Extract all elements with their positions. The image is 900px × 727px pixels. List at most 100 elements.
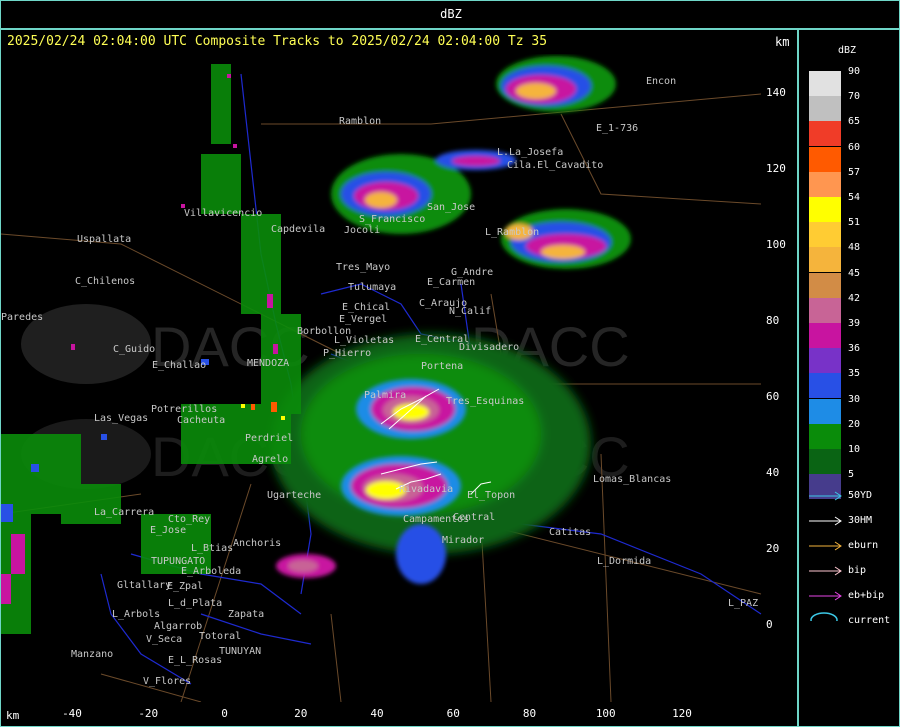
radar-map[interactable]: DACC DACC DACC DACC <box>1 54 763 702</box>
place-label: Capdevila <box>271 224 325 235</box>
legend-swatch <box>809 197 841 222</box>
x-tick-label: -40 <box>62 707 82 720</box>
place-label: L_d_Plata <box>168 598 222 609</box>
place-label: Anchoris <box>233 538 281 549</box>
place-label: Potrerillos <box>151 404 217 415</box>
y-tick-label: 60 <box>766 390 780 403</box>
legend-level-label: 51 <box>848 217 861 229</box>
place-label: Catitas <box>549 527 591 538</box>
place-label: Totoral <box>199 631 241 642</box>
place-label: V_Seca <box>146 634 182 645</box>
x-tick-label: 0 <box>221 707 228 720</box>
x-tick-label: 80 <box>522 707 537 720</box>
legend-level-label: 48 <box>848 242 861 254</box>
legend-level-label: 36 <box>848 343 861 355</box>
place-label: V_Flores <box>143 676 191 687</box>
timestamp-header: 2025/02/24 02:04:00 UTC Composite Tracks… <box>7 34 548 49</box>
place-label: Perdriel <box>245 433 293 444</box>
place-label: E_Zpal <box>167 581 203 592</box>
place-label: Rivadavia <box>399 484 453 495</box>
place-label: E_Arboleda <box>181 566 241 577</box>
place-label: Cacheuta <box>177 415 225 426</box>
track-arrow-icon <box>809 566 842 576</box>
place-label: L_Ramblon <box>485 227 539 238</box>
track-legend-label: eb+bip <box>848 590 885 601</box>
legend-swatch <box>809 146 841 172</box>
track-legend-label: eburn <box>848 540 879 551</box>
place-label: Zapata <box>228 609 264 620</box>
place-label: Divisadero <box>459 342 519 353</box>
place-label: Encon <box>646 76 676 87</box>
place-label: Jocoli <box>344 225 380 236</box>
place-label: L_Dormida <box>597 556 651 567</box>
legend-swatch <box>809 272 841 298</box>
x-tick-label: -20 <box>138 707 159 720</box>
place-label: San_Jose <box>427 202 475 213</box>
x-tick-label: 60 <box>446 707 460 720</box>
place-label: Lomas_Blancas <box>593 474 671 485</box>
legend-swatch <box>809 297 841 323</box>
legend-level-label: 70 <box>848 91 861 103</box>
y-tick-label: 140 <box>766 86 786 99</box>
place-label: Villavicencio <box>184 208 262 219</box>
place-label: Las_Vegas <box>94 413 148 424</box>
legend-swatch <box>809 121 841 147</box>
track-legend-label: 50YD <box>848 490 873 501</box>
place-label: E_Vergel <box>339 314 387 325</box>
place-label: TUNUYAN <box>219 646 261 657</box>
legend-level-label: 45 <box>848 267 861 279</box>
x-tick-label: 100 <box>595 707 616 720</box>
legend-level-label: 10 <box>848 444 861 455</box>
track-legend-label: 30HM <box>848 515 873 526</box>
track-legend-label: bip <box>848 565 867 576</box>
legend-swatch <box>809 348 841 374</box>
place-label: E_Jose <box>150 525 186 536</box>
legend-swatch <box>809 247 841 273</box>
place-label: Algarrob <box>154 621 202 632</box>
legend-swatch <box>809 323 841 348</box>
legend-level-label: 54 <box>848 192 861 203</box>
place-label: Portena <box>421 361 463 372</box>
legend-swatch <box>809 71 841 96</box>
place-label: Paredes <box>1 312 43 323</box>
place-label: Cila.El_Cavadito <box>507 160 603 171</box>
current-ellipse-icon <box>810 612 838 621</box>
place-label: P_Hierro <box>323 348 371 359</box>
place-label: Manzano <box>71 649 113 660</box>
place-label: C_Guido <box>113 344 155 355</box>
y-tick-label: 120 <box>766 162 786 175</box>
place-label: Palmira <box>364 390 406 401</box>
legend-level-label: 39 <box>848 318 861 329</box>
place-label: L.La_Josefa <box>497 147 563 158</box>
legend-level-label: 30 <box>848 393 861 405</box>
place-label: E_Carmen <box>427 277 475 288</box>
y-tick-label: 20 <box>766 542 780 555</box>
place-label: S_Francisco <box>359 214 425 225</box>
legend-swatch <box>809 373 841 399</box>
place-label: L_PAZ <box>728 598 758 609</box>
place-label: La_Carrera <box>94 507 154 518</box>
legend-swatch <box>809 449 841 474</box>
track-arrow-icon <box>809 491 842 501</box>
place-label: E_1-736 <box>596 123 638 134</box>
place-label: Mirador <box>442 535 484 546</box>
place-label: MENDOZA <box>247 358 289 369</box>
legend-swatch <box>809 171 841 197</box>
y-tick-label: 80 <box>766 314 780 327</box>
x-tick-label: 40 <box>370 707 384 720</box>
place-label: Gltallary <box>117 580 171 591</box>
place-label: E_L_Rosas <box>168 655 222 666</box>
place-label: L_Btias <box>191 543 233 554</box>
place-label: E_Challao <box>152 360 206 371</box>
legend-level-label: 90 <box>848 66 861 77</box>
place-label: N_Calif <box>449 306 491 317</box>
legend-swatch <box>809 96 841 122</box>
legend-level-label: 42 <box>848 292 861 304</box>
legend-level-label: 60 <box>848 141 861 153</box>
track-arrow-icon <box>809 516 842 526</box>
place-label: Ramblon <box>339 116 381 127</box>
place-label: L_Arbols <box>112 609 160 620</box>
legend-swatch <box>809 222 841 248</box>
legend-level-label: 5 <box>848 469 855 481</box>
place-label: El_Topon <box>467 490 515 501</box>
